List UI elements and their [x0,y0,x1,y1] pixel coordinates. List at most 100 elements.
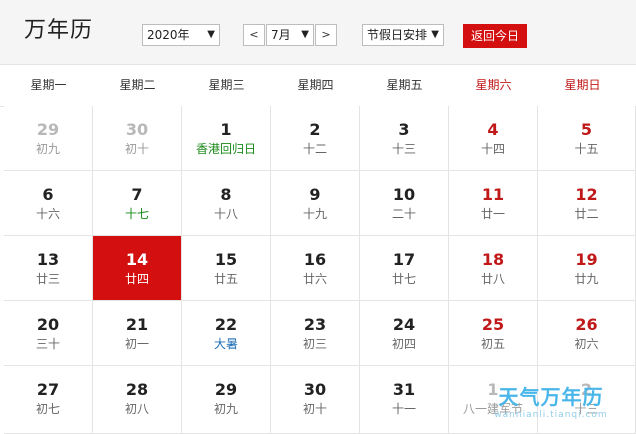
day-cell[interactable]: 24 初四 [360,301,449,366]
day-cell[interactable]: 27 初七 [4,366,93,434]
weekday-label: 星期一 [30,78,67,92]
holiday-select[interactable]: 节假日安排 ▼ [362,24,444,46]
day-cell[interactable]: 30 初十 [93,106,182,171]
lunar-date: 初五 [480,337,505,351]
day-number: 30 [125,120,149,139]
lunar-date: 初九 [213,402,238,416]
year-select-value: 2020年 [147,28,190,42]
chevron-down-icon: ▼ [301,29,309,40]
day-cell[interactable]: 31 十一 [360,366,449,434]
lunar-date: 初十 [302,402,327,416]
lunar-date: 二十 [391,207,416,221]
lunar-date: 三十 [35,337,60,351]
lunar-date: 十三 [391,142,416,156]
day-cell[interactable]: 28 初八 [93,366,182,434]
day-cell[interactable]: 23 初三 [271,301,360,366]
day-number: 22 [214,315,238,334]
day-number: 26 [575,315,598,334]
lunar-date: 初十 [124,142,149,156]
day-cell[interactable]: 4 十四 [449,106,538,171]
day-cell[interactable]: 3 十三 [360,106,449,171]
lunar-date: 廿一 [480,207,505,221]
day-cell[interactable]: 9 十九 [271,171,360,236]
day-number: 24 [392,315,416,334]
day-cell[interactable]: 18 廿八 [449,236,538,301]
calendar-widget: 万年历 2020年 ▼ < 7月 ▼ > 节假日安排 ▼ 返回今日 星期一 星期二… [0,0,636,434]
day-number: 16 [303,250,327,269]
day-number: 14 [125,250,149,269]
next-month-button[interactable]: > [315,24,337,46]
lunar-date: 十九 [302,207,327,221]
day-cell[interactable]: 16 廿六 [271,236,360,301]
day-cell[interactable]: 6 十六 [4,171,93,236]
lunar-date: 初七 [35,402,60,416]
month-select[interactable]: 7月 ▼ [266,24,314,46]
day-cell[interactable]: 26 初六 [538,301,636,366]
day-number: 15 [214,250,238,269]
lunar-date: 廿六 [302,272,327,286]
weekday-label: 星期日 [564,78,601,92]
chevron-down-icon: ▼ [431,29,439,40]
weekday-label: 星期六 [475,78,512,92]
lunar-date: 十六 [35,207,60,221]
day-cell[interactable]: 29 初九 [4,106,93,171]
day-cell[interactable]: 8 十八 [182,171,271,236]
lunar-date: 廿四 [124,272,149,286]
weekday-label: 星期二 [119,78,156,92]
month-select-value: 7月 [271,28,291,42]
day-number: 11 [481,185,505,204]
day-cell[interactable]: 10 二十 [360,171,449,236]
day-number: 9 [309,185,321,204]
day-number: 1 [220,120,232,139]
lunar-date: 初八 [124,402,149,416]
prev-month-button[interactable]: < [243,24,265,46]
day-number: 6 [42,185,54,204]
lunar-date: 初一 [124,337,149,351]
day-cell[interactable]: 19 廿九 [538,236,636,301]
day-number: 25 [481,315,505,334]
day-number: 18 [481,250,505,269]
day-cell[interactable]: 30 初十 [271,366,360,434]
calendar-header: 万年历 2020年 ▼ < 7月 ▼ > 节假日安排 ▼ 返回今日 [0,0,636,65]
day-cell[interactable]: 2 十二 [271,106,360,171]
watermark-url: wannianli.tianqi.com [494,410,608,420]
day-number: 5 [580,120,593,139]
lunar-date: 大暑 [213,337,238,351]
day-number: 13 [36,250,60,269]
day-cell-today[interactable]: 14 廿四 [93,236,182,301]
lunar-date: 十二 [302,142,327,156]
day-number: 7 [131,185,143,204]
day-cell[interactable]: 1 香港回归日 [182,106,271,171]
day-cell[interactable]: 11 廿一 [449,171,538,236]
day-cell[interactable]: 7 十七 [93,171,182,236]
holiday-select-value: 节假日安排 [367,28,428,42]
lunar-date: 廿三 [35,272,60,286]
lunar-date: 廿九 [574,272,599,286]
day-cell[interactable]: 29 初九 [182,366,271,434]
back-to-today-button[interactable]: 返回今日 [463,24,527,48]
day-cell[interactable]: 17 廿七 [360,236,449,301]
watermark-title: 天气万年历 [498,385,604,409]
day-cell[interactable]: 22 大暑 [182,301,271,366]
day-cell[interactable]: 12 廿二 [538,171,636,236]
day-cell[interactable]: 13 廿三 [4,236,93,301]
day-cell[interactable]: 15 廿五 [182,236,271,301]
day-number: 29 [36,120,60,139]
watermark-logo: 天气万年历 wannianli.tianqi.com [466,385,636,434]
weekday-label: 星期四 [297,78,334,92]
weekday-label: 星期三 [208,78,245,92]
day-number: 12 [575,185,598,204]
lunar-date: 十四 [480,142,505,156]
day-cell[interactable]: 25 初五 [449,301,538,366]
day-number: 20 [36,315,60,334]
chevron-down-icon: ▼ [207,29,215,40]
day-number: 3 [398,120,410,139]
lunar-date: 十五 [574,142,599,156]
lunar-date: 初九 [35,142,60,156]
day-cell[interactable]: 20 三十 [4,301,93,366]
day-cell[interactable]: 21 初一 [93,301,182,366]
day-cell[interactable]: 5 十五 [538,106,636,171]
lunar-date: 香港回归日 [195,142,256,156]
lunar-date: 初四 [391,337,416,351]
year-select[interactable]: 2020年 ▼ [142,24,220,46]
